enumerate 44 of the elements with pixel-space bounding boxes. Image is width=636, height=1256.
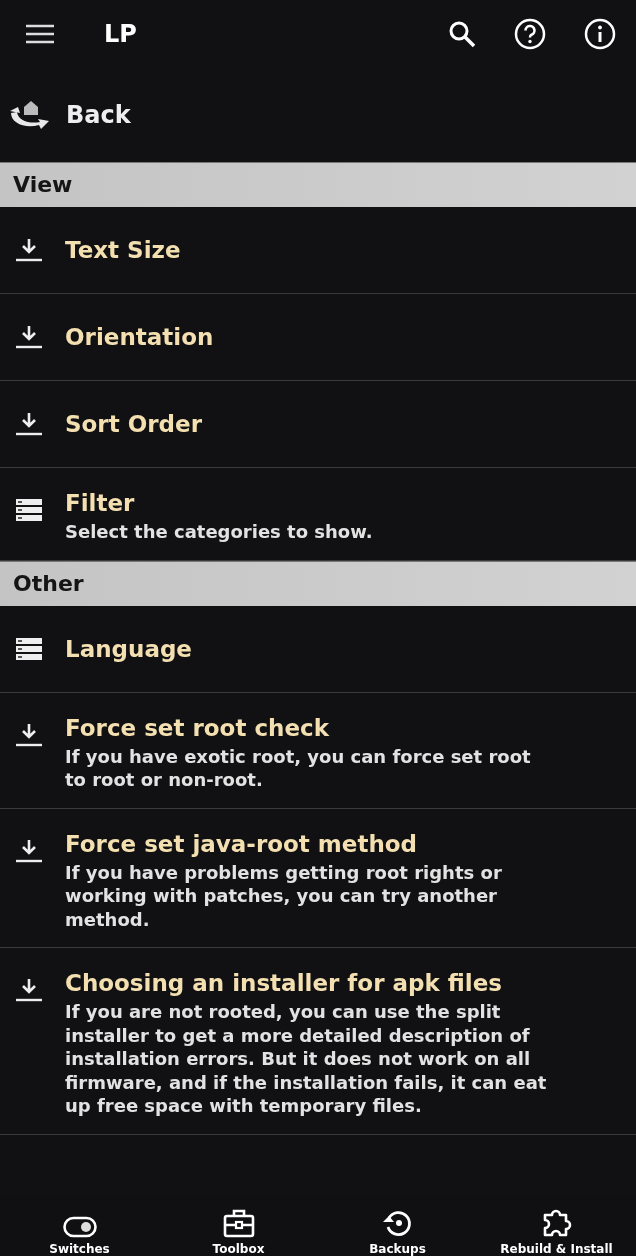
app-title: LP xyxy=(104,20,137,48)
item-title: Orientation xyxy=(65,323,214,352)
settings-item[interactable]: Force set java-root method If you have problems getting root rights or working with patches, you can try another method. xyxy=(0,808,636,948)
download-icon xyxy=(16,722,42,747)
item-title: Force set root check xyxy=(65,713,330,743)
back-row[interactable]: Back xyxy=(0,68,131,162)
download-icon xyxy=(16,325,42,349)
item-description: Select the categories to show. xyxy=(65,520,373,544)
list-icon xyxy=(16,636,42,661)
settings-item[interactable]: Text Size xyxy=(0,207,636,294)
back-label: Back xyxy=(66,101,131,129)
list-icon xyxy=(16,498,42,522)
item-title: Force set java-root method xyxy=(65,829,419,859)
help-icon[interactable] xyxy=(514,18,546,50)
download-icon xyxy=(16,238,42,262)
download-icon xyxy=(16,978,42,1002)
settings-item[interactable]: Orientation xyxy=(0,294,636,381)
item-description: If you have exotic root, you can force set root to root or non-root. xyxy=(65,744,532,792)
item-title: Text Size xyxy=(65,236,181,265)
item-title: Sort Order xyxy=(65,410,202,439)
settings-item[interactable]: Filter Select the categories to show. xyxy=(0,468,636,561)
toolbox-icon xyxy=(222,1208,255,1238)
item-title: Filter xyxy=(65,489,136,518)
home-arrows-icon xyxy=(8,99,52,131)
settings-item[interactable]: Sort Order xyxy=(0,381,636,468)
item-title: Language xyxy=(65,634,192,664)
settings-item[interactable]: Force set root check If you have exotic root, you can force set root to root or non-root. xyxy=(0,692,636,809)
nav-tab[interactable]: Toolbox xyxy=(159,1194,318,1256)
settings-item[interactable]: Language xyxy=(0,605,636,693)
download-icon xyxy=(16,412,42,436)
item-description: If you are not rooted, you can use the split installer to get a more detailed description of installation errors. But it does not work on all firmware, and if the installation fails, it can eat up free space with temporary files. xyxy=(65,1000,548,1118)
nav-tab[interactable]: Backups xyxy=(318,1194,477,1256)
nav-tab[interactable]: Rebuild & Install xyxy=(477,1194,636,1256)
info-icon[interactable] xyxy=(584,18,616,50)
search-icon[interactable] xyxy=(448,20,476,48)
toggle-icon xyxy=(62,1216,97,1238)
menu-icon[interactable] xyxy=(26,24,54,44)
item-description: If you have problems getting root rights or working with patches, you can try another method. xyxy=(65,860,503,931)
download-icon xyxy=(16,838,42,863)
section-header: View xyxy=(0,162,636,207)
section-header: Other xyxy=(0,560,636,606)
nav-tab[interactable]: Switches xyxy=(0,1194,159,1256)
item-title: Choosing an installer for apk files xyxy=(65,969,504,998)
restore-icon xyxy=(381,1208,414,1238)
